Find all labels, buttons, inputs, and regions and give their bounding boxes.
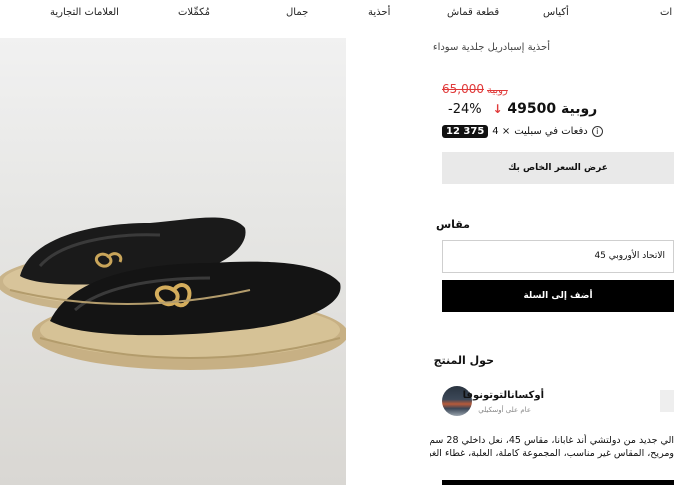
follow-button[interactable] [660,390,674,412]
add-to-cart-button[interactable]: أضف إلى السلة [442,280,674,312]
nav-item-partial[interactable]: ات [660,7,672,18]
product-subtitle: أحذية إسبادريل جلدية سوداء [432,42,550,53]
installments-count: 4 × [492,126,511,137]
bottom-action-button[interactable] [442,480,674,485]
nav-item-shoes[interactable]: أحذية [368,7,390,18]
installments-row: 12 375 4 × دفعات في سبليت i [442,125,603,138]
category-nav: ات أكياس قطعة قماش أحذية جمال مُكمِّلات … [0,0,674,28]
product-description: الي جديد من دولتشي أند غابانا، مقاس 45، … [430,434,674,460]
size-value: الاتحاد الأوروبي 45 [594,251,665,261]
arrow-down-icon: ↓ [492,102,503,116]
espadrille-shoes-illustration [0,217,346,370]
discount-percent: -24% [448,102,482,117]
seller-name[interactable]: أوكسانالتوتونوفا [463,390,544,401]
old-price-value: 65,000 [442,82,484,96]
size-select[interactable]: الاتحاد الأوروبي 45 [442,240,674,273]
seller-meta: عام على أوسكيلي [478,406,531,414]
about-product-heading: حول المنتج [433,354,494,367]
installment-amount: 12 375 [442,125,489,138]
current-price: 49500 روبية [507,101,598,117]
product-panel: أحذية إسبادريل جلدية سوداء 65,000 روبية -… [430,28,674,485]
nav-item-beauty[interactable]: جمال [286,7,308,18]
nav-item-brands[interactable]: العلامات التجارية [50,7,119,18]
old-price: 65,000 روبية [442,82,508,96]
current-price-row: -24% ↓ 49500 روبية [442,101,597,117]
info-icon[interactable]: i [591,126,603,137]
description-line: ومريح، المقاس غير مناسب، المجموعة كاملة،… [430,448,674,459]
nav-item-fabric[interactable]: قطعة قماش [447,7,499,18]
description-line: الي جديد من دولتشي أند غابانا، مقاس 45، … [430,435,674,446]
old-price-currency: روبية [487,85,508,96]
installments-text: دفعات في سبليت [514,126,588,137]
nav-item-supplements[interactable]: مُكمِّلات [178,7,210,18]
product-image[interactable] [0,38,346,485]
size-label: مقاس [435,218,470,231]
nav-item-bags[interactable]: أكياس [543,7,569,18]
special-price-button[interactable]: عرض السعر الخاص بك [442,152,674,184]
